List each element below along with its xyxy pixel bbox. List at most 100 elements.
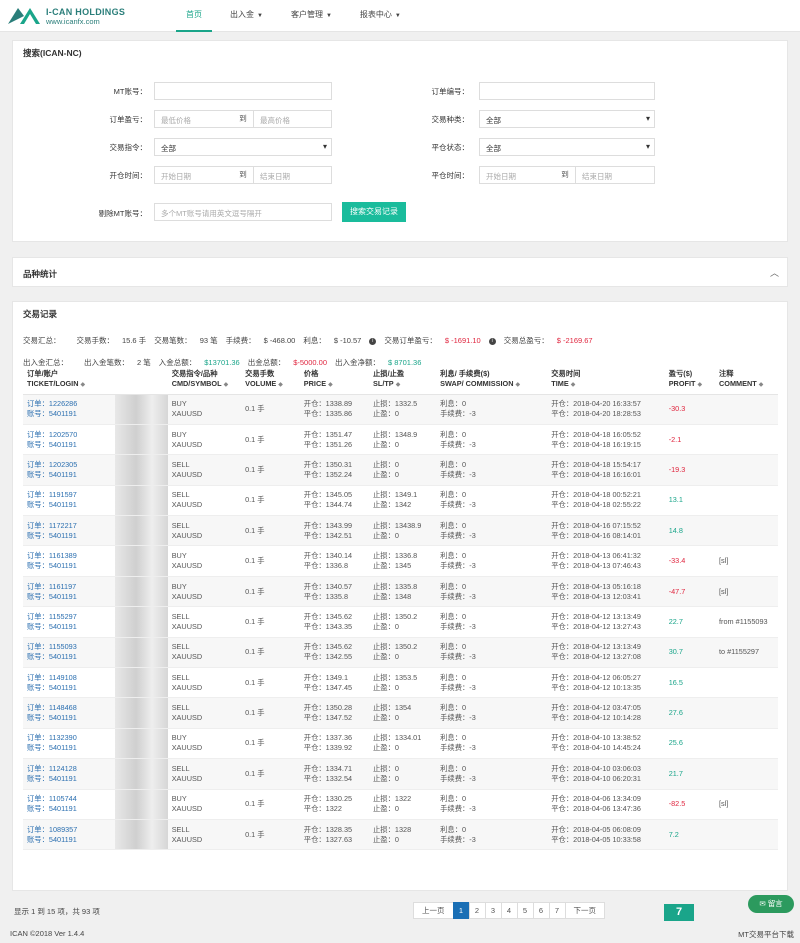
search-records-button[interactable]: 搜索交易记录	[342, 202, 406, 222]
sort-icon[interactable]: ◆	[516, 382, 521, 388]
open-start-date-input[interactable]: 开始日期	[154, 166, 233, 184]
ticket-cell[interactable]: 订单：1089357 账号：5401191	[23, 819, 116, 851]
sort-icon[interactable]: ◆	[224, 382, 229, 388]
close-start-date-input[interactable]: 开始日期	[479, 166, 555, 184]
ticket-cell[interactable]: 订单：1149108 账号：5401191	[23, 667, 116, 699]
nav-reports[interactable]: 报表中心 ▼	[350, 0, 411, 32]
next-page-button[interactable]: 下一页	[564, 902, 605, 919]
ticket-cell[interactable]: 订单：1202570 账号：5401191	[23, 424, 116, 456]
volume-cell: 0.1 手	[241, 606, 300, 638]
login-number[interactable]: 账号：5401191	[27, 683, 111, 693]
login-number[interactable]: 账号：5401191	[27, 592, 111, 602]
ticket-cell[interactable]: 订单：1191597 账号：5401191	[23, 485, 116, 517]
ticket-number[interactable]: 订单：1202305	[27, 460, 111, 470]
ticket-number[interactable]: 订单：1172217	[27, 521, 111, 531]
sort-icon[interactable]: ◆	[697, 382, 702, 388]
ticket-cell[interactable]: 订单：1161197 账号：5401191	[23, 576, 116, 608]
sort-icon[interactable]: ◆	[278, 382, 283, 388]
sort-icon[interactable]: ◆	[571, 382, 576, 388]
login-number[interactable]: 账号：5401191	[27, 804, 111, 814]
nav-home[interactable]: 首页	[176, 0, 212, 32]
profit-min-input[interactable]: 最低价格	[154, 110, 233, 128]
login-number[interactable]: 账号：5401191	[27, 713, 111, 723]
column-header[interactable]: 注释 COMMENT ◆	[715, 366, 778, 395]
ticket-number[interactable]: 订单：1149108	[27, 673, 111, 683]
profit-max-input[interactable]: 最高价格	[253, 110, 332, 128]
open-price: 开仓：1338.89	[303, 399, 353, 409]
sort-icon[interactable]: ◆	[328, 382, 333, 388]
logo[interactable]: I-CAN HOLDINGS www.icanfx.com	[6, 4, 136, 28]
prev-page-button[interactable]: 上一页	[413, 902, 454, 919]
table-row: 订单：1149108 账号：5401191 SELL XAUUSD 0.1 手开仓：13…	[23, 667, 778, 699]
column-header[interactable]: 订单/账户 TICKET/LOGIN ◆	[23, 366, 116, 395]
column-header[interactable]: 交易手数 VOLUME ◆	[241, 366, 300, 395]
ticket-cell[interactable]: 订单：1155093 账号：5401191	[23, 637, 116, 669]
column-header[interactable]: 价格 PRICE ◆	[299, 366, 369, 395]
ticket-cell[interactable]: 订单：1202305 账号：5401191	[23, 454, 116, 486]
column-header[interactable]: 止损/止盈 SL/TP ◆	[369, 366, 437, 395]
ticket-cell[interactable]: 订单：1226286 账号：5401191	[23, 394, 116, 425]
chevron-up-icon[interactable]: ︿	[770, 266, 779, 279]
login-number[interactable]: 账号：5401191	[27, 743, 111, 753]
login-number[interactable]: 账号：5401191	[27, 835, 111, 845]
cmd-select[interactable]: 全部	[154, 138, 332, 156]
symbol-select[interactable]: 全部	[479, 110, 655, 128]
login-number[interactable]: 账号：5401191	[27, 470, 111, 480]
cmd-symbol-cell: SELL XAUUSD	[167, 606, 242, 638]
page-5-button[interactable]: 5	[516, 902, 534, 919]
ticket-number[interactable]: 订单：1155297	[27, 612, 111, 622]
column-header[interactable]: 交易指令/品种 CMD/SYMBOL ◆	[167, 366, 242, 395]
mt-download-link[interactable]: MT交易平台下载	[738, 929, 794, 940]
exclude-mt-input[interactable]: 多个MT账号请用英文逗号隔开	[154, 203, 332, 221]
symbol-stats-panel[interactable]: 品种统计 ︿	[12, 257, 788, 287]
page-1-button[interactable]: 1	[452, 902, 470, 919]
login-number[interactable]: 账号：5401191	[27, 652, 111, 662]
ticket-number[interactable]: 订单：1226286	[27, 399, 111, 409]
ticket-cell[interactable]: 订单：1148468 账号：5401191	[23, 697, 116, 729]
take-profit: 止盈：0	[373, 409, 399, 419]
column-header[interactable]: 利息/ 手续费($) SWAP/ COMMISSION ◆	[436, 366, 548, 395]
ticket-number[interactable]: 订单：1161197	[27, 582, 111, 592]
login-number[interactable]: 账号：5401191	[27, 774, 111, 784]
login-number[interactable]: 账号：5401191	[27, 409, 111, 419]
ticket-cell[interactable]: 订单：1105744 账号：5401191	[23, 789, 116, 820]
ticket-cell[interactable]: 订单：1161389 账号：5401191	[23, 545, 116, 577]
page-4-button[interactable]: 4	[500, 902, 518, 919]
column-header[interactable]: 盈亏($) PROFIT ◆	[664, 366, 716, 395]
login-number[interactable]: 账号：5401191	[27, 561, 111, 571]
ticket-number[interactable]: 订单：1132390	[27, 733, 111, 743]
ticket-cell[interactable]: 订单：1132390 账号：5401191	[23, 728, 116, 760]
column-header[interactable]: 交易时间 TIME ◆	[547, 366, 665, 395]
login-number[interactable]: 账号：5401191	[27, 500, 111, 510]
open-end-date-input[interactable]: 结束日期	[253, 166, 332, 184]
sort-icon[interactable]: ◆	[396, 382, 401, 388]
ticket-cell[interactable]: 订单：1124128 账号：5401191	[23, 758, 116, 790]
login-number[interactable]: 账号：5401191	[27, 622, 111, 632]
order-no-input[interactable]	[479, 82, 655, 100]
nav-deposit-withdraw[interactable]: 出入金 ▼	[220, 0, 273, 32]
ticket-number[interactable]: 订单：1202570	[27, 430, 111, 440]
mt-account-input[interactable]	[154, 82, 332, 100]
login-number[interactable]: 账号：5401191	[27, 440, 111, 450]
page-3-button[interactable]: 3	[484, 902, 502, 919]
page-6-button[interactable]: 6	[532, 902, 550, 919]
ticket-number[interactable]: 订单：1155093	[27, 642, 111, 652]
nav-customer-management[interactable]: 客户管理 ▼	[281, 0, 342, 32]
page-2-button[interactable]: 2	[468, 902, 486, 919]
ticket-number[interactable]: 订单：1089357	[27, 825, 111, 835]
ticket-number[interactable]: 订单：1161389	[27, 551, 111, 561]
ticket-number[interactable]: 订单：1191597	[27, 490, 111, 500]
close-status-select[interactable]: 全部	[479, 138, 655, 156]
ticket-number[interactable]: 订单：1105744	[27, 794, 111, 804]
ticket-cell[interactable]: 订单：1172217 账号：5401191	[23, 515, 116, 547]
ticket-number[interactable]: 订单：1124128	[27, 764, 111, 774]
ticket-number[interactable]: 订单：1148468	[27, 703, 111, 713]
cmd-symbol-cell: SELL XAUUSD	[167, 485, 242, 517]
ticket-cell[interactable]: 订单：1155297 账号：5401191	[23, 606, 116, 638]
chat-button[interactable]: ✉ 留言	[748, 895, 794, 913]
sort-icon[interactable]: ◆	[759, 382, 764, 388]
close-end-date-input[interactable]: 结束日期	[575, 166, 655, 184]
login-number[interactable]: 账号：5401191	[27, 531, 111, 541]
page-7-button[interactable]: 7	[548, 902, 566, 919]
sort-icon[interactable]: ◆	[80, 382, 85, 388]
